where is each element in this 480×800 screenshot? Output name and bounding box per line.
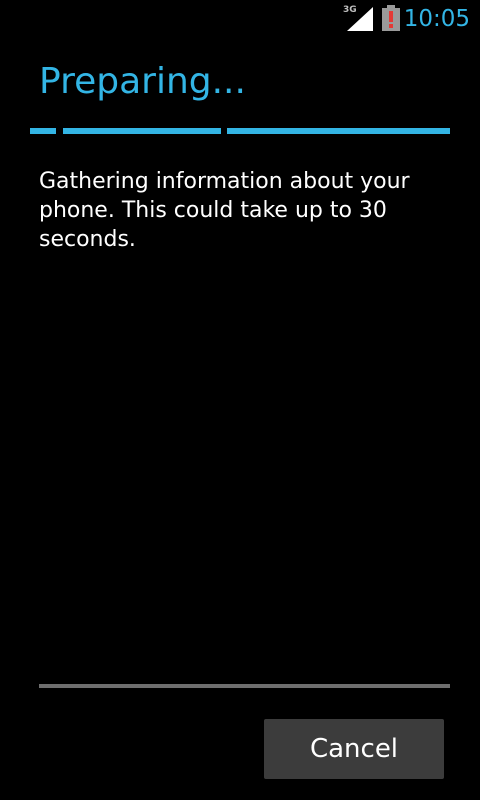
cancel-button[interactable]: Cancel bbox=[264, 719, 444, 779]
status-message: Gathering information about your phone. … bbox=[39, 169, 410, 252]
progress-segment bbox=[30, 128, 56, 134]
battery-alert-icon bbox=[382, 5, 400, 31]
progress-segment bbox=[227, 128, 450, 134]
footer-divider bbox=[39, 684, 450, 688]
progress-segment bbox=[63, 128, 221, 134]
page-title: Preparing... bbox=[39, 61, 246, 102]
status-clock: 10:05 bbox=[403, 6, 470, 32]
signal-icon bbox=[347, 7, 373, 31]
indeterminate-progress-bar bbox=[30, 128, 450, 134]
mobile-network-indicator: 3G bbox=[343, 5, 373, 31]
status-bar: 3G 10:05 bbox=[0, 0, 480, 38]
